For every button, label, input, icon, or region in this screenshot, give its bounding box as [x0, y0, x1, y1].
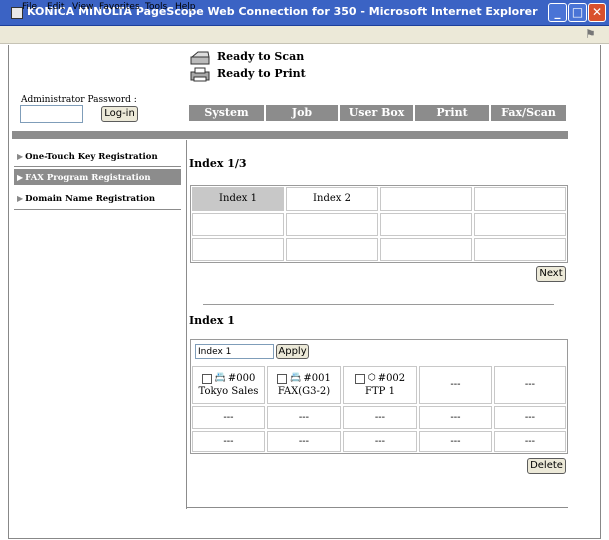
tab-fax-scan[interactable]: Fax/Scan: [491, 105, 566, 121]
index-cell: [192, 238, 284, 261]
menu-edit[interactable]: Edit: [47, 2, 64, 12]
empty-cell: ---: [419, 431, 492, 452]
print-status: Ready to Print: [217, 67, 306, 80]
triangle-right-icon: ▶: [17, 193, 24, 203]
empty-cell: ---: [494, 431, 566, 452]
section-divider: [203, 304, 554, 305]
program-number: #001: [303, 373, 331, 384]
menu-view[interactable]: View: [72, 2, 93, 12]
triangle-right-icon: ▶: [17, 172, 24, 182]
menu-help[interactable]: Help: [175, 2, 196, 12]
address-book-icon: 📇: [214, 373, 226, 383]
index-name-input[interactable]: [195, 344, 274, 359]
program-name: FAX(G3-2): [277, 386, 331, 397]
empty-cell: ---: [419, 406, 492, 429]
program-name: FTP 1: [365, 386, 395, 397]
index-cell: [474, 187, 566, 211]
empty-cell: ---: [343, 431, 417, 452]
admin-password-input[interactable]: [20, 105, 83, 123]
empty-cell: ---: [419, 366, 492, 404]
menu-tools[interactable]: Tools: [145, 2, 167, 12]
index-cell: [380, 187, 472, 211]
program-cell[interactable]: ⬡ #002 FTP 1: [343, 366, 417, 404]
select-checkbox[interactable]: [354, 373, 365, 384]
login-button[interactable]: Log-in: [101, 106, 138, 122]
maximize-button[interactable]: □: [568, 3, 587, 22]
tab-system[interactable]: System: [189, 105, 264, 121]
sidebar-separator: [14, 166, 181, 167]
program-number: #000: [227, 373, 256, 384]
empty-cell: ---: [494, 366, 566, 404]
empty-cell: ---: [494, 406, 566, 429]
empty-cell: ---: [192, 406, 265, 429]
apply-button[interactable]: Apply: [276, 344, 309, 359]
empty-cell: ---: [343, 406, 417, 429]
program-number: #002: [377, 373, 406, 384]
select-checkbox[interactable]: [201, 373, 212, 384]
menu-bar: [0, 26, 609, 44]
index-cell: [286, 238, 378, 261]
index-title: Index 1: [189, 314, 235, 327]
index-cell[interactable]: Index 1: [192, 187, 284, 211]
sidebar-item-label: FAX Program Registration: [25, 173, 151, 183]
empty-cell: ---: [192, 431, 265, 452]
cube-icon: ⬡: [367, 373, 376, 383]
index-cell: [474, 213, 566, 236]
empty-cell: ---: [267, 431, 341, 452]
index-cell: [380, 213, 472, 236]
program-cell[interactable]: 📇 #000 Tokyo Sales: [192, 366, 265, 404]
index-cell: [474, 238, 566, 261]
scan-status: Ready to Scan: [217, 50, 305, 63]
next-button[interactable]: Next: [536, 266, 566, 282]
close-button[interactable]: ✕: [588, 3, 606, 22]
tab-job[interactable]: Job: [266, 105, 338, 121]
triangle-right-icon: ▶: [17, 151, 24, 161]
sidebar-item-one-touch[interactable]: ▶ One-Touch Key Registration: [14, 148, 181, 164]
empty-cell: ---: [267, 406, 341, 429]
index-cell[interactable]: Index 2: [286, 187, 378, 211]
program-name: Tokyo Sales: [198, 386, 259, 397]
admin-password-label: Administrator Password :: [21, 95, 137, 105]
address-book-icon: 📇: [290, 373, 302, 383]
sidebar-item-fax-program[interactable]: ▶ FAX Program Registration: [14, 169, 181, 185]
header-divider: [12, 131, 568, 139]
tab-user-box[interactable]: User Box: [340, 105, 413, 121]
footer-divider: [187, 507, 568, 508]
content-divider: [186, 140, 187, 509]
index-cell: [286, 213, 378, 236]
printer-icon: [190, 67, 210, 82]
menu-favorites[interactable]: Favorites: [99, 2, 140, 12]
select-checkbox[interactable]: [277, 373, 288, 384]
tab-print[interactable]: Print: [415, 105, 489, 121]
delete-button[interactable]: Delete: [527, 458, 566, 474]
index-cell: [192, 213, 284, 236]
scanner-icon: [190, 51, 210, 65]
index-page-title: Index 1/3: [189, 157, 247, 170]
sidebar-item-domain-name[interactable]: ▶ Domain Name Registration: [14, 190, 181, 206]
menu-file[interactable]: File: [22, 2, 37, 12]
sidebar-separator: [14, 209, 181, 210]
minimize-button[interactable]: _: [548, 3, 567, 22]
windows-logo-icon: ⚑: [585, 27, 596, 41]
index-cell: [380, 238, 472, 261]
sidebar-item-label: One-Touch Key Registration: [25, 152, 158, 162]
program-cell[interactable]: 📇 #001 FAX(G3-2): [267, 366, 341, 404]
sidebar-item-label: Domain Name Registration: [25, 194, 156, 204]
